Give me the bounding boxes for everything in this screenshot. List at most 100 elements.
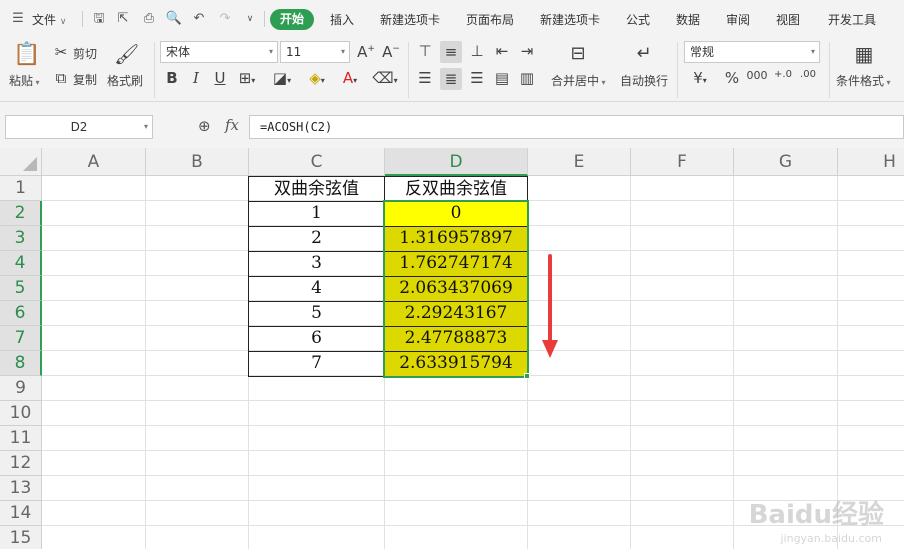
cell-c8[interactable]: 7 — [249, 351, 384, 376]
tab-formulas[interactable]: 公式 — [626, 10, 650, 30]
cell-c4[interactable]: 3 — [249, 251, 384, 276]
paste-button[interactable]: 粘贴 ▾ — [9, 72, 40, 89]
redo-icon[interactable]: ↷ — [216, 9, 234, 29]
tab-insert[interactable]: 插入 — [330, 10, 354, 30]
currency-icon[interactable]: ¥▾ — [688, 69, 712, 87]
wrap-text-icon[interactable]: ↵ — [632, 43, 656, 64]
cell-d1-header[interactable]: 反双曲余弦值 — [385, 177, 527, 202]
row-header[interactable]: 11 — [0, 426, 42, 451]
quick-access-dropdown-icon[interactable]: ∨ — [241, 9, 259, 29]
file-menu[interactable]: 文件 ∨ — [32, 10, 66, 30]
sheet-grid[interactable]: A B C D E F G H 1 2 3 4 5 6 7 8 9 10 11 … — [0, 148, 904, 549]
increase-font-icon[interactable]: A+ — [356, 43, 376, 61]
column-header[interactable]: G — [734, 148, 838, 176]
copy-button[interactable]: 复制 — [73, 71, 97, 88]
wrap-text-button[interactable]: 自动换行 — [620, 72, 668, 89]
clear-format-icon[interactable]: ⌫▾ — [372, 69, 398, 87]
number-format-select[interactable]: 常规 ▾ — [684, 41, 820, 63]
row-header[interactable]: 9 — [0, 376, 42, 401]
name-box[interactable]: D2 ▾ — [5, 115, 153, 139]
tab-data[interactable]: 数据 — [676, 10, 700, 30]
fill-handle[interactable] — [524, 373, 530, 379]
tab-developer[interactable]: 开发工具 — [828, 10, 876, 30]
column-header[interactable]: C — [249, 148, 385, 176]
column-header[interactable]: E — [528, 148, 631, 176]
row-header[interactable]: 1 — [0, 176, 42, 201]
row-header-selected[interactable]: 2 — [0, 201, 42, 226]
row-header[interactable]: 15 — [0, 526, 42, 549]
row-header-selected[interactable]: 4 — [0, 251, 42, 276]
row-header-selected[interactable]: 7 — [0, 326, 42, 351]
percent-icon[interactable]: % — [722, 69, 742, 87]
font-name-select[interactable]: 宋体 ▾ — [160, 41, 278, 63]
justify-icon[interactable]: ▤ — [492, 69, 512, 87]
print-icon[interactable]: ⎙ — [140, 9, 158, 29]
zoom-magnifier-icon[interactable]: ⊕ — [198, 117, 211, 135]
row-header-selected[interactable]: 6 — [0, 301, 42, 326]
distributed-align-icon[interactable]: ▥ — [517, 69, 537, 87]
row-header[interactable]: 10 — [0, 401, 42, 426]
tab-review[interactable]: 审阅 — [726, 10, 750, 30]
row-header[interactable]: 13 — [0, 476, 42, 501]
formula-input[interactable]: =ACOSH(C2) — [249, 115, 904, 139]
cell-c5[interactable]: 4 — [249, 276, 384, 301]
conditional-format-button[interactable]: 条件格式 ▾ — [836, 72, 891, 89]
undo-icon[interactable]: ↶ — [190, 9, 208, 29]
increase-decimal-icon[interactable]: +.0 — [772, 69, 794, 80]
paste-icon[interactable]: 📋 — [13, 42, 40, 68]
tab-new-2[interactable]: 新建选项卡 — [540, 10, 600, 30]
font-color-icon[interactable]: A▾ — [338, 69, 362, 87]
row-header-selected[interactable]: 8 — [0, 351, 42, 376]
cell-c1-header[interactable]: 双曲余弦值 — [249, 177, 384, 202]
decrease-indent-icon[interactable]: ⇤ — [492, 42, 512, 60]
underline-icon[interactable]: U — [212, 69, 228, 87]
merge-center-icon[interactable]: ⊟ — [566, 43, 590, 64]
tab-home[interactable]: 开始 — [270, 9, 314, 30]
decrease-font-icon[interactable]: A− — [381, 43, 401, 61]
cell-c7[interactable]: 6 — [249, 326, 384, 351]
row-header[interactable]: 12 — [0, 451, 42, 476]
save-icon[interactable]: 🖫 — [90, 9, 108, 29]
select-all-corner[interactable] — [0, 148, 42, 176]
decrease-decimal-icon[interactable]: .00 — [797, 69, 819, 80]
merge-center-button[interactable]: 合并居中 ▾ — [551, 72, 606, 89]
cut-button[interactable]: 剪切 — [73, 45, 97, 62]
align-bottom-icon[interactable]: ⊥ — [467, 42, 487, 60]
align-left-icon[interactable]: ☰ — [415, 69, 435, 87]
hamburger-menu-icon[interactable]: ☰ — [9, 9, 27, 29]
cell-style-icon[interactable]: ◪▾ — [270, 69, 294, 87]
fx-icon[interactable]: fx — [225, 116, 239, 134]
cell-c6[interactable]: 5 — [249, 301, 384, 326]
tab-page-layout[interactable]: 页面布局 — [466, 10, 514, 30]
row-header[interactable]: 14 — [0, 501, 42, 526]
italic-icon[interactable]: I — [188, 69, 204, 87]
scissors-icon[interactable]: ✂ — [52, 43, 70, 61]
thousands-separator-icon[interactable]: 000 — [746, 69, 768, 82]
borders-icon[interactable]: ⊞▾ — [236, 69, 258, 87]
font-size-select[interactable]: 11 ▾ — [280, 41, 350, 63]
row-header-selected[interactable]: 5 — [0, 276, 42, 301]
row-header-selected[interactable]: 3 — [0, 226, 42, 251]
tab-view[interactable]: 视图 — [776, 10, 800, 30]
fill-color-icon[interactable]: ◈▾ — [304, 69, 330, 87]
format-painter-icon[interactable]: 🖌 — [114, 42, 139, 66]
column-header-selected[interactable]: D — [385, 148, 528, 176]
conditional-format-icon[interactable]: ▦ — [852, 42, 876, 66]
column-header[interactable]: B — [146, 148, 249, 176]
column-header[interactable]: H — [838, 148, 904, 176]
print-preview-icon[interactable]: 🔍 — [165, 9, 183, 29]
format-painter-button[interactable]: 格式刷 — [107, 72, 143, 89]
export-icon[interactable]: ⇱ — [114, 9, 132, 29]
align-center-icon[interactable]: ≣ — [440, 68, 462, 90]
tab-new-1[interactable]: 新建选项卡 — [380, 10, 440, 30]
align-top-icon[interactable]: ⊤ — [415, 42, 435, 60]
cell-c2[interactable]: 1 — [249, 201, 384, 226]
column-header[interactable]: F — [631, 148, 734, 176]
copy-icon[interactable]: ⧉ — [52, 69, 70, 87]
bold-icon[interactable]: B — [164, 69, 180, 87]
cell-c3[interactable]: 2 — [249, 226, 384, 251]
increase-indent-icon[interactable]: ⇥ — [517, 42, 537, 60]
align-right-icon[interactable]: ☰ — [467, 69, 487, 87]
column-header[interactable]: A — [42, 148, 146, 176]
align-middle-icon[interactable]: ≡ — [440, 41, 462, 63]
